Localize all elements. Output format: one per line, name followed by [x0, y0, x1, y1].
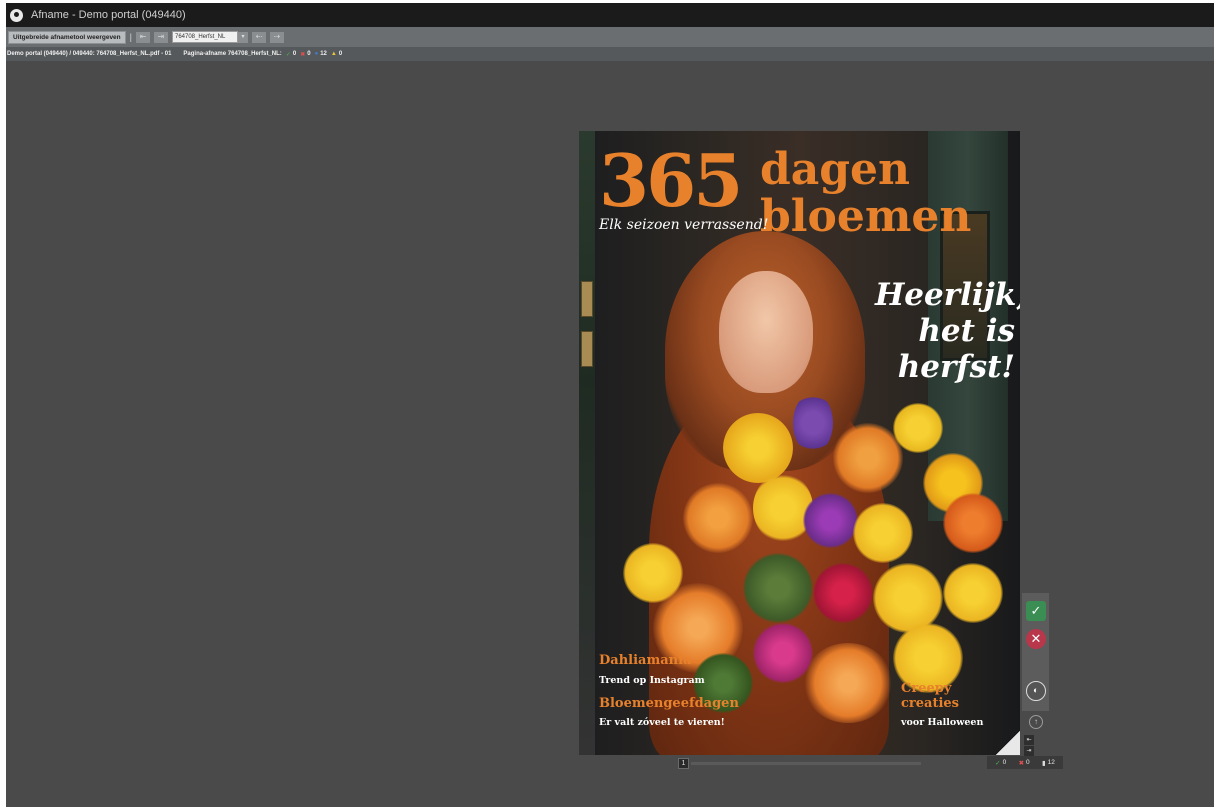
status-comments: ▮ 12: [1042, 759, 1055, 767]
breadcrumb: Demo portal (049440) / 049440: 764708_He…: [7, 51, 172, 57]
flower: [943, 493, 1003, 553]
magazine-feature-subtitle: Trend op Instagram: [599, 675, 705, 686]
next-page-button[interactable]: ⇥: [153, 31, 168, 43]
status-approved: ✓ 0: [995, 759, 1007, 767]
reject-button[interactable]: ✕: [1026, 629, 1046, 649]
page-slider-track[interactable]: [691, 762, 921, 765]
back-button[interactable]: ⇠: [251, 31, 266, 43]
page-status-summary: ✓ 0 ✖ 0 ▮ 12: [987, 756, 1063, 769]
window-title: Afname - Demo portal (049440): [31, 9, 186, 21]
document-page-preview[interactable]: 365 dagen bloemen Elk seizoen verrassend…: [579, 131, 1020, 755]
scroll-up-button[interactable]: ↑: [1029, 715, 1043, 729]
page-curl-corner[interactable]: [996, 731, 1020, 755]
chevron-down-icon[interactable]: ▾: [237, 31, 248, 43]
woman-face: [719, 271, 813, 393]
magazine-feature-subtitle: voor Halloween: [901, 717, 984, 728]
advanced-tool-button[interactable]: Uitgebreide afnametool weergeven: [8, 30, 126, 44]
approve-button[interactable]: ✓: [1026, 601, 1046, 621]
flower: [753, 473, 813, 543]
page-tile: [581, 281, 593, 317]
toolbar: Uitgebreide afnametool weergeven | ⇤ ⇥ 7…: [6, 27, 1214, 47]
magazine-number: 365: [599, 138, 743, 223]
rejected-count: ✖ 0: [300, 51, 311, 58]
page-left-strip: [579, 131, 595, 755]
comment-icon: ▮: [1042, 759, 1046, 767]
magazine-tagline: Elk seizoen verrassend!: [599, 217, 769, 233]
page-tile: [581, 331, 593, 367]
flower: [833, 423, 903, 493]
flower: [893, 403, 943, 453]
compare-icon[interactable]: ◐: [1026, 681, 1046, 701]
app-logo-icon: [10, 8, 23, 22]
prev-page-button[interactable]: ⇤: [135, 31, 150, 43]
toolbar-separator: |: [129, 32, 132, 42]
flower: [813, 563, 873, 623]
flower: [803, 493, 858, 548]
reject-icon: ✖: [300, 51, 306, 58]
approved-count: ✓ 0: [285, 51, 297, 58]
magazine-feature-title: Dahliamania: [599, 653, 692, 668]
check-icon: ✓: [285, 51, 291, 58]
comments-count: ● 12: [314, 51, 327, 57]
comment-icon: ●: [314, 51, 319, 57]
flower: [803, 643, 893, 723]
title-bar: Afname - Demo portal (049440): [6, 3, 1214, 27]
magazine-title-word1: dagen: [760, 144, 911, 195]
warnings-count: ▲ 0: [330, 51, 343, 57]
last-page-button[interactable]: ⇥: [1024, 746, 1034, 756]
first-page-button[interactable]: ⇤: [1024, 735, 1034, 745]
magazine-headline: Heerlijk, het is herfst!: [875, 277, 1020, 385]
file-select[interactable]: 764708_Herfst_NL: [171, 31, 238, 43]
flower: [683, 483, 753, 553]
flower: [853, 503, 913, 563]
review-panel: ✓ ✕ ◐: [1022, 593, 1049, 711]
reject-icon: ✖: [1018, 759, 1025, 767]
page-slider-thumb[interactable]: 1: [678, 758, 689, 769]
magazine-feature-title: Creepy creaties: [901, 681, 959, 711]
magazine-feature-subtitle: Er valt zóveel te vieren!: [599, 717, 725, 728]
check-icon: ✓: [995, 759, 1001, 767]
foliage: [743, 553, 813, 623]
magazine-title-word2: bloemen: [760, 191, 972, 242]
flower: [793, 393, 833, 453]
magazine-feature-title: Bloemengeefdagen: [599, 696, 739, 711]
flower: [943, 563, 1003, 623]
status-rejected: ✖ 0: [1018, 759, 1030, 767]
page-review-label: Pagina-afname 764708_Herfst_NL:: [183, 51, 282, 57]
forward-button[interactable]: ⇢: [269, 31, 284, 43]
info-bar: Demo portal (049440) / 049440: 764708_He…: [6, 47, 1214, 61]
warning-icon: ▲: [330, 51, 337, 57]
